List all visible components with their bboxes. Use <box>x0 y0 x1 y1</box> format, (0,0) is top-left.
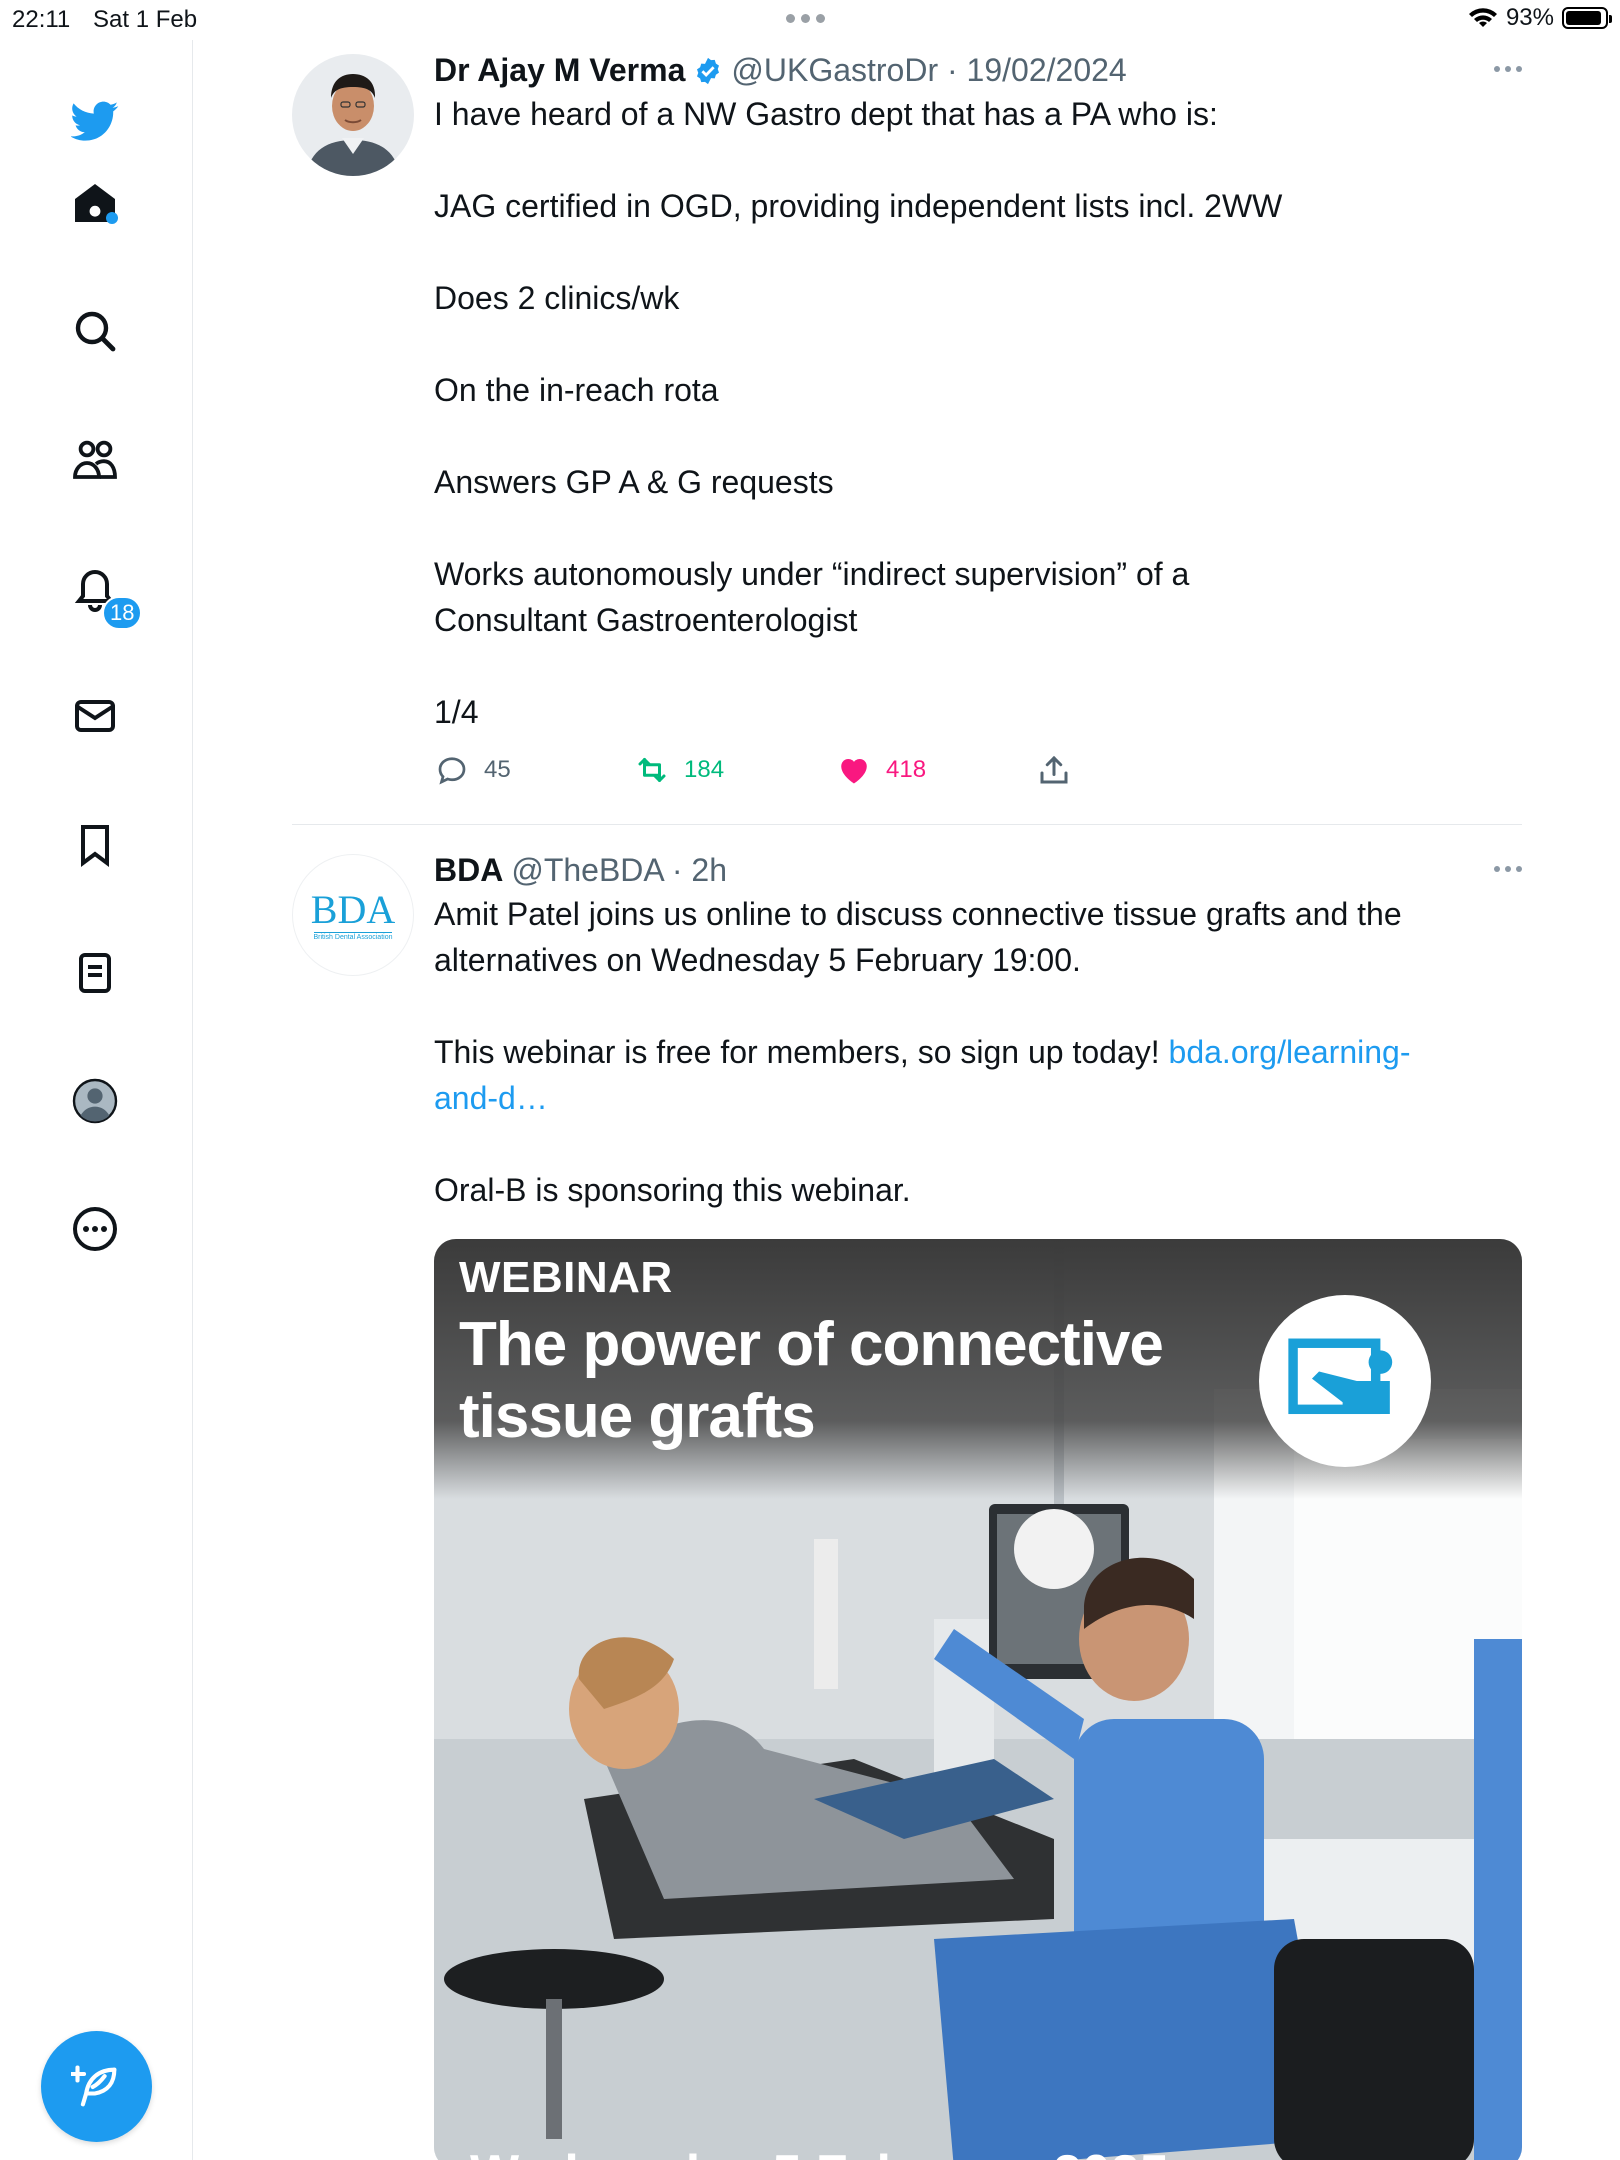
tweet-line: This webinar is free for members, so sig… <box>434 1034 1169 1070</box>
wifi-icon <box>1468 8 1497 27</box>
battery-percent: 93% <box>1505 4 1554 31</box>
bda-logo-subtext: British Dental Association <box>313 931 393 941</box>
tweet-line: Answers GP A & G requests <box>434 464 834 500</box>
share-icon <box>1040 755 1068 784</box>
tweet-more-button[interactable] <box>1494 66 1522 72</box>
tweet-line: 1/4 <box>434 694 479 730</box>
presentation-icon <box>1259 1295 1431 1467</box>
tweet-line: Works autonomously under “indirect super… <box>434 556 1190 592</box>
notifications-badge: 18 <box>102 596 143 630</box>
retweet-icon <box>638 758 666 782</box>
like-button[interactable]: 418 <box>836 752 926 788</box>
tweet-line: Consultant Gastroenterologist <box>434 602 858 638</box>
verified-badge-icon <box>697 57 720 84</box>
list-icon[interactable] <box>66 944 124 1002</box>
bda-logo-text: BDA <box>310 886 396 932</box>
reply-button[interactable]: 45 <box>434 752 511 788</box>
battery-icon <box>1562 7 1612 29</box>
author-avatar[interactable]: BDA British Dental Association <box>292 854 414 976</box>
author-avatar[interactable] <box>292 54 414 176</box>
search-icon[interactable] <box>66 302 124 360</box>
tweet-line: alternatives on Wednesday 5 February 19:… <box>434 942 1081 978</box>
retweet-button[interactable]: 184 <box>634 752 724 788</box>
tweet-divider <box>292 824 1522 825</box>
media-kicker: WEBINAR <box>459 1253 673 1302</box>
tweet-more-button[interactable] <box>1494 866 1522 872</box>
profile-icon[interactable] <box>66 1072 124 1130</box>
mail-icon[interactable] <box>66 687 124 745</box>
tweet-line: I have heard of a NW Gastro dept that ha… <box>434 96 1218 132</box>
tweet-media-image[interactable]: WEBINAR The power of connective tissue g… <box>434 1239 1522 2160</box>
bookmark-icon[interactable] <box>66 816 124 874</box>
multitasking-dots[interactable] <box>786 8 825 23</box>
author-name[interactable]: Dr Ajay M Verma <box>434 52 685 89</box>
home-icon[interactable] <box>66 174 124 232</box>
tweet-line: Amit Patel joins us online to discuss co… <box>434 896 1402 932</box>
share-button[interactable] <box>1036 752 1072 788</box>
tweet-line: JAG certified in OGD, providing independ… <box>434 188 1283 224</box>
like-count: 418 <box>886 756 927 783</box>
tweet-meta[interactable]: @UKGastroDr · 19/02/2024 <box>731 52 1126 89</box>
author-name[interactable]: BDA <box>434 852 503 889</box>
tweet-meta[interactable]: @TheBDA · 2h <box>511 852 727 889</box>
tweet-link[interactable]: bda.org/learning- <box>1169 1034 1411 1070</box>
status-date: Sat 1 Feb <box>93 6 198 33</box>
tweet-line: Does 2 clinics/wk <box>434 280 680 316</box>
home-unread-dot <box>106 212 118 224</box>
sidebar: 18 <box>0 40 193 2160</box>
media-date: Wednesday 5 February 2025 <box>470 2144 1169 2160</box>
more-icon[interactable] <box>66 1200 124 1258</box>
heart-icon <box>841 758 867 784</box>
compose-button[interactable] <box>41 2031 152 2142</box>
status-time: 22:11 <box>12 6 71 33</box>
retweet-count: 184 <box>684 756 725 783</box>
tweet-actions: 45 184 418 <box>434 752 1134 792</box>
communities-icon[interactable] <box>66 430 124 488</box>
tweet-text: I have heard of a NW Gastro dept that ha… <box>434 91 1522 735</box>
twitter-bird-icon[interactable] <box>66 92 124 150</box>
reply-count: 45 <box>484 756 511 783</box>
tweet-line: On the in-reach rota <box>434 372 719 408</box>
compose-icon <box>70 2064 116 2106</box>
status-bar: 22:11 Sat 1 Feb 93% <box>0 0 1620 40</box>
tweet-link-continued[interactable]: and-d… <box>434 1080 548 1116</box>
tweet-text: Amit Patel joins us online to discuss co… <box>434 891 1522 1213</box>
reply-icon <box>438 757 466 785</box>
tweet-line: Oral-B is sponsoring this webinar. <box>434 1172 911 1208</box>
tweet[interactable]: Dr Ajay M Verma @UKGastroDr · 19/02/2024… <box>292 52 1522 812</box>
media-headline: The power of connective tissue grafts <box>459 1310 1164 1451</box>
